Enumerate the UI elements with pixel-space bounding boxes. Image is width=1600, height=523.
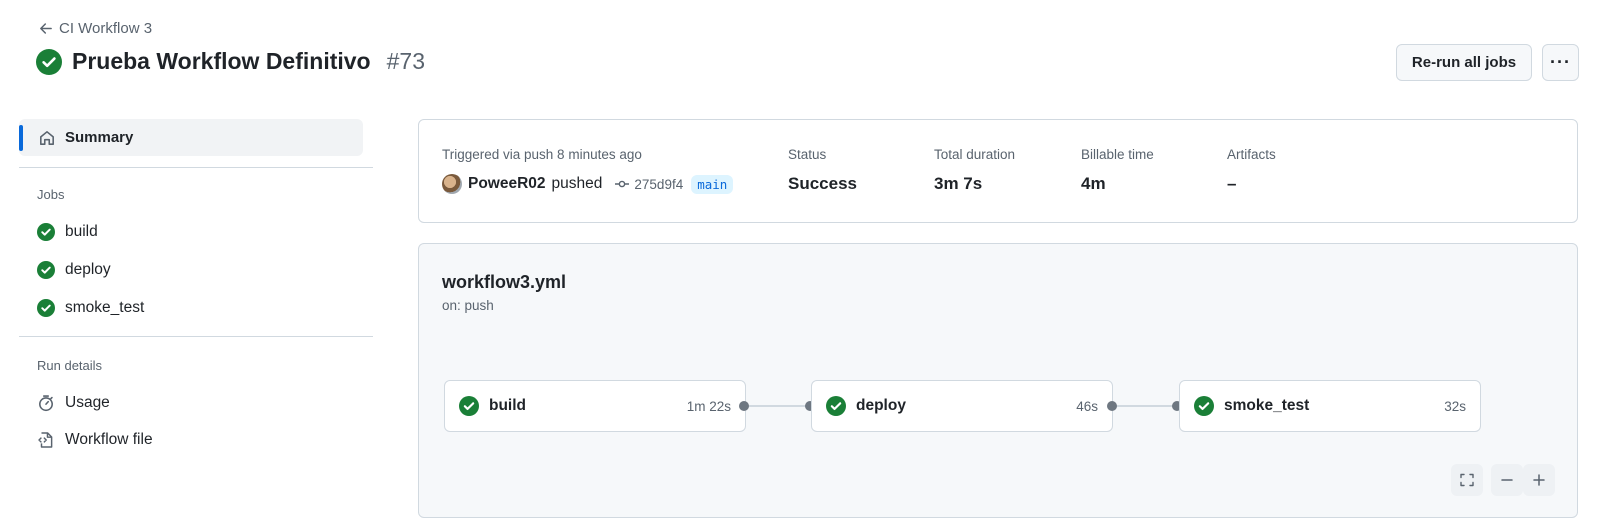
job-name: smoke_test [1224, 397, 1310, 414]
page-title-row: Prueba Workflow Definitivo #73 [36, 48, 425, 75]
fullscreen-button[interactable] [1451, 464, 1483, 496]
job-connector [1112, 405, 1177, 407]
rerun-all-jobs-button[interactable]: Re-run all jobs [1396, 44, 1532, 81]
connector-dot [1107, 401, 1117, 411]
sidebar-item-label: Workflow file [65, 431, 153, 448]
sidebar-item-summary[interactable]: Summary [19, 119, 363, 156]
screen-full-icon [1460, 473, 1474, 487]
run-details-heading: Run details [37, 358, 103, 373]
job-connector [745, 405, 810, 407]
status-value: Success [788, 174, 857, 193]
sidebar-item-build[interactable]: build [37, 223, 98, 241]
total-duration-label: Total duration [934, 147, 1016, 162]
connector-dot [739, 401, 749, 411]
check-circle-fill-icon [37, 223, 55, 241]
job-duration: 46s [1076, 398, 1098, 414]
active-indicator [19, 124, 23, 151]
total-duration-value: 3m 7s [934, 174, 983, 193]
artifacts-value: – [1227, 174, 1237, 193]
check-circle-fill-icon [826, 396, 846, 416]
workflow-file-name: workflow3.yml [442, 272, 567, 292]
sidebar-item-smoke-test[interactable]: smoke_test [37, 299, 144, 317]
commit-sha: 275d9f4 [634, 176, 684, 192]
billable-time-label: Billable time [1081, 147, 1154, 162]
check-circle-fill-icon [459, 396, 479, 416]
file-code-icon [38, 432, 53, 448]
trigger-details: PoweeR02 pushed 275d9f4 main [442, 174, 734, 194]
artifacts-label: Artifacts [1227, 147, 1276, 162]
push-action: pushed [551, 175, 603, 192]
job-duration: 32s [1444, 398, 1466, 414]
plus-icon [1533, 474, 1545, 486]
sidebar-divider [19, 336, 373, 337]
git-commit-icon [615, 180, 630, 188]
back-link[interactable]: CI Workflow 3 [38, 20, 152, 37]
billable-time-value: 4m [1081, 174, 1106, 193]
workflow-graph-card: workflow3.yml on: push build 1m 22s depl… [418, 243, 1578, 518]
workflow-trigger: on: push [442, 298, 494, 313]
more-options-button[interactable]: ··· [1542, 44, 1579, 81]
sidebar-item-usage[interactable]: Usage [37, 394, 110, 412]
home-icon [40, 130, 54, 145]
sidebar-divider [19, 167, 373, 168]
branch-badge[interactable]: main [691, 174, 734, 194]
zoom-in-button[interactable] [1523, 464, 1555, 496]
check-circle-fill-icon [36, 48, 62, 75]
job-name: deploy [856, 397, 906, 414]
sidebar-item-label: build [65, 223, 98, 240]
minus-icon [1501, 479, 1513, 481]
user-link[interactable]: PoweeR02 [468, 175, 546, 193]
status-label: Status [788, 147, 827, 162]
job-node-deploy[interactable]: deploy 46s [811, 380, 1113, 432]
check-circle-fill-icon [37, 261, 55, 279]
job-node-smoke-test[interactable]: smoke_test 32s [1179, 380, 1481, 432]
stopwatch-icon [39, 395, 53, 412]
commit-link[interactable]: 275d9f4 [614, 176, 683, 192]
jobs-heading: Jobs [37, 187, 65, 202]
job-name: build [489, 397, 527, 414]
check-circle-fill-icon [1194, 396, 1214, 416]
sidebar-item-workflow-file[interactable]: Workflow file [37, 431, 153, 449]
run-number: #73 [386, 48, 425, 74]
sidebar-item-label: smoke_test [65, 299, 145, 316]
page-title: Prueba Workflow Definitivo [72, 48, 371, 74]
sidebar-item-deploy[interactable]: deploy [37, 261, 111, 279]
sidebar-item-label: Summary [65, 129, 134, 146]
job-node-build[interactable]: build 1m 22s [444, 380, 746, 432]
avatar[interactable] [442, 174, 462, 194]
arrow-left-icon [40, 23, 52, 34]
zoom-out-button[interactable] [1491, 464, 1523, 496]
run-summary-card: Triggered via push 8 minutes ago PoweeR0… [418, 119, 1578, 223]
sidebar-item-label: deploy [65, 261, 111, 278]
check-circle-fill-icon [37, 299, 55, 317]
back-link-label: CI Workflow 3 [59, 20, 153, 37]
trigger-label: Triggered via push 8 minutes ago [442, 147, 642, 162]
job-duration: 1m 22s [686, 398, 731, 414]
sidebar-item-label: Usage [65, 394, 110, 411]
